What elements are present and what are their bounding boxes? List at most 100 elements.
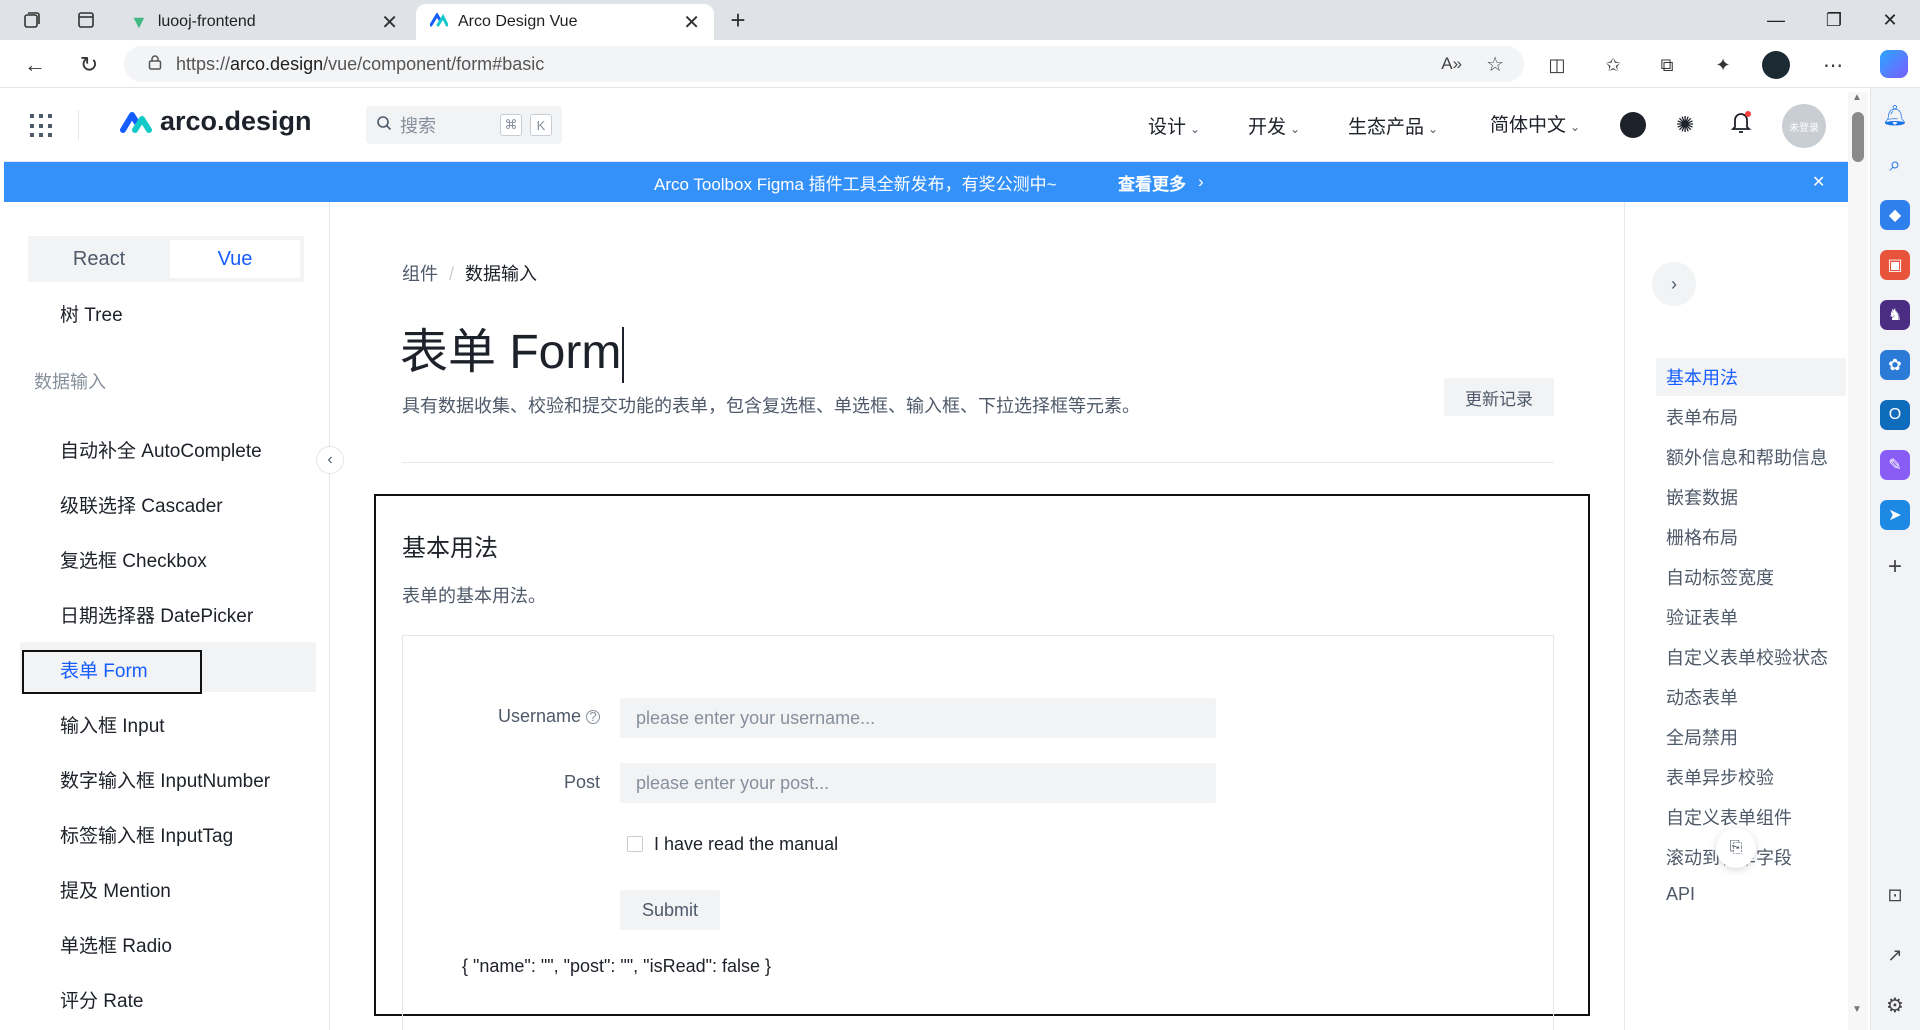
menu-ecosystem[interactable]: 生态产品 ⌄ (1348, 112, 1438, 139)
nav-item-autocomplete[interactable]: 自动补全 AutoComplete (60, 436, 262, 463)
nav-item-datepicker[interactable]: 日期选择器 DatePicker (60, 601, 253, 628)
designer-icon[interactable]: ✎ (1880, 450, 1910, 480)
toc-item-api[interactable]: API (1666, 884, 1695, 905)
collapse-sidebar-button[interactable]: ‹ (316, 446, 344, 474)
scroll-up-arrow[interactable]: ▲ (1852, 92, 1862, 103)
nav-item-inputnumber[interactable]: 数字输入框 InputNumber (60, 766, 270, 793)
read-manual-checkbox[interactable] (627, 836, 643, 852)
nav-item-checkbox[interactable]: 复选框 Checkbox (60, 546, 207, 573)
toc-collapse-button[interactable]: › (1652, 262, 1696, 306)
breadcrumb-item[interactable]: 组件 (402, 264, 438, 284)
toc-item-nested[interactable]: 嵌套数据 (1666, 484, 1738, 510)
github-icon[interactable] (1620, 112, 1646, 138)
window-close-button[interactable]: ✕ (1870, 6, 1910, 34)
switch-vue[interactable]: Vue (170, 240, 300, 278)
section-title: 基本用法 (402, 535, 498, 562)
nav-item-rate[interactable]: 评分 Rate (60, 986, 143, 1013)
section-description: 表单的基本用法。 (402, 586, 546, 606)
help-icon[interactable]: ? (586, 710, 600, 725)
changelog-button[interactable]: 更新记录 (1444, 378, 1554, 416)
nav-item-input[interactable]: 输入框 Input (60, 711, 165, 738)
read-aloud-icon[interactable]: A» (1441, 54, 1462, 74)
toc-item-autolabel[interactable]: 自动标签宽度 (1666, 564, 1774, 590)
url-path: /vue/component/form#basic (323, 53, 545, 74)
arco-logo[interactable]: arco.design (120, 106, 312, 137)
menu-develop[interactable]: 开发 ⌄ (1248, 112, 1300, 139)
banner-close-icon[interactable]: ✕ (1812, 172, 1825, 192)
search-placeholder: 搜索 (400, 116, 436, 136)
copilot-sidebar-icon[interactable]: ✿ (1880, 350, 1910, 380)
close-icon[interactable]: ✕ (683, 10, 700, 35)
submit-button[interactable]: Submit (620, 890, 720, 930)
close-icon[interactable]: ✕ (381, 10, 398, 35)
back-icon[interactable]: ← (18, 48, 52, 82)
games-icon[interactable]: ♞ (1880, 300, 1910, 330)
tab-luooj-frontend[interactable]: ▼ luooj-frontend ✕ (116, 4, 412, 40)
url-prefix: https:// (176, 53, 231, 74)
notification-bell-icon[interactable] (1730, 110, 1752, 140)
breadcrumb-item[interactable]: 数据输入 (465, 264, 537, 284)
extension-icon[interactable]: ✦ (1706, 48, 1740, 82)
scrollbar-thumb[interactable] (1852, 112, 1864, 162)
shopping-tag-icon[interactable]: ◆ (1880, 200, 1910, 230)
screenshot-icon[interactable]: ⊡ (1880, 880, 1910, 910)
minimize-button[interactable]: — (1756, 6, 1796, 34)
nav-item-cascader[interactable]: 级联选择 Cascader (60, 491, 223, 518)
tab-arco-design-vue[interactable]: Arco Design Vue ✕ (416, 4, 714, 40)
menu-design[interactable]: 设计 ⌄ (1148, 112, 1200, 139)
more-icon[interactable]: ⋯ (1816, 48, 1850, 82)
nav-item-mention[interactable]: 提及 Mention (60, 876, 171, 903)
user-avatar[interactable]: 未登录 (1782, 104, 1826, 148)
text-cursor (622, 327, 625, 384)
feedback-float-button[interactable]: ⎘ (1716, 828, 1756, 868)
bell-icon[interactable]: 🔔︎ (1880, 100, 1910, 130)
open-external-icon[interactable]: ↗ (1880, 940, 1910, 970)
scroll-down-arrow[interactable]: ▼ (1852, 1004, 1862, 1015)
toc-item-validate[interactable]: 验证表单 (1666, 604, 1738, 630)
address-bar[interactable]: https://arco.design/vue/component/form#b… (124, 46, 1524, 82)
tools-icon[interactable]: ▣ (1880, 250, 1910, 280)
settings-gear-icon[interactable]: ⚙ (1880, 990, 1910, 1020)
page-scrollbar[interactable] (1848, 92, 1868, 1030)
menu-label: 开发 (1248, 117, 1287, 138)
collections-icon[interactable]: ⧉ (1650, 48, 1684, 82)
workspaces-icon[interactable] (18, 8, 46, 32)
switch-react[interactable]: React (34, 240, 164, 278)
chevron-right-icon[interactable]: › (1198, 172, 1204, 192)
theme-sun-icon[interactable]: ✺ (1676, 112, 1694, 138)
maximize-button[interactable]: ❐ (1814, 6, 1854, 34)
favorite-star-icon[interactable]: ☆ (1486, 52, 1504, 77)
checkbox-label[interactable]: I have read the manual (654, 834, 838, 855)
post-input[interactable] (620, 763, 1216, 803)
toc-item-dynamic[interactable]: 动态表单 (1666, 684, 1738, 710)
menu-language[interactable]: 简体中文 ⌄ (1490, 110, 1580, 137)
chevron-down-icon: ⌄ (1290, 122, 1301, 136)
banner-link[interactable]: 查看更多 (1118, 170, 1186, 195)
toc-item-layout[interactable]: 表单布局 (1666, 404, 1738, 430)
outlook-icon[interactable]: O (1880, 400, 1910, 430)
toc-item-basic[interactable]: 基本用法 (1666, 364, 1738, 390)
profile-avatar[interactable] (1762, 51, 1790, 79)
toc-item-help[interactable]: 额外信息和帮助信息 (1666, 444, 1828, 470)
tab-actions-icon[interactable] (72, 8, 100, 32)
nav-item-inputtag[interactable]: 标签输入框 InputTag (60, 821, 233, 848)
toc-item-grid[interactable]: 栅格布局 (1666, 524, 1738, 550)
search-icon[interactable]: ⌕ (1880, 150, 1910, 180)
new-tab-button[interactable]: + (722, 4, 754, 36)
toc-item-custom-status[interactable]: 自定义表单校验状态 (1666, 644, 1828, 670)
toc-item-custom-component[interactable]: 自定义表单组件 (1666, 804, 1792, 830)
favorites-icon[interactable]: ✩ (1596, 48, 1630, 82)
nav-item-tree[interactable]: 树 Tree (60, 300, 123, 327)
send-icon[interactable]: ➤ (1880, 500, 1910, 530)
nav-item-radio[interactable]: 单选框 Radio (60, 931, 172, 958)
copilot-icon[interactable] (1880, 50, 1908, 78)
username-input[interactable] (620, 698, 1216, 738)
apps-grid-icon[interactable] (30, 114, 54, 138)
split-screen-icon[interactable]: ◫ (1540, 48, 1574, 82)
nav-item-form[interactable]: 表单 Form (60, 656, 148, 683)
refresh-icon[interactable]: ↻ (72, 48, 106, 82)
site-search[interactable]: 搜索 ⌘ K (366, 106, 562, 144)
toc-item-disabled[interactable]: 全局禁用 (1666, 724, 1738, 750)
add-icon[interactable]: + (1880, 552, 1910, 582)
toc-item-async[interactable]: 表单异步校验 (1666, 764, 1774, 790)
